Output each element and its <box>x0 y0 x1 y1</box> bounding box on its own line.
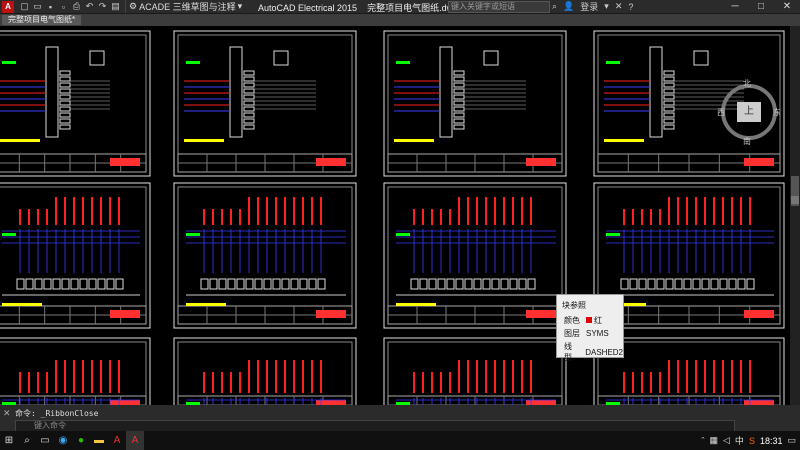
chevron-down-icon: ▾ <box>237 1 243 11</box>
explorer-icon[interactable]: ▬ <box>90 431 108 450</box>
volume-icon[interactable]: ◁ <box>723 435 730 446</box>
help-icon[interactable]: ? <box>628 2 633 12</box>
system-tray: ˆ ▦ ◁ 中 S 18:31 ▭ <box>701 431 800 450</box>
close-button[interactable]: ✕ <box>774 0 800 13</box>
tooltip-value: DASHED2 <box>585 347 623 357</box>
window-title: AutoCAD Electrical 2015 完整项目电气图纸.dwg <box>258 1 458 14</box>
file-name: 完整项目电气图纸.dwg <box>367 3 459 13</box>
windows-taskbar: ⊞ ⌕ ▭ ◉ ● ▬ A A ˆ ▦ ◁ 中 S 18:31 ▭ <box>0 431 800 450</box>
sogou-icon[interactable]: S <box>749 436 755 446</box>
maximize-button[interactable]: □ <box>748 0 774 13</box>
workspace-selector[interactable]: ⚙ ACADE 三维草图与注释 ▾ <box>125 0 245 13</box>
chevron-down-icon[interactable]: ▾ <box>604 1 609 12</box>
chevron-up-icon[interactable]: ˆ <box>701 436 704 446</box>
app-name: AutoCAD Electrical 2015 <box>258 3 358 13</box>
model-space-drawing <box>0 26 800 405</box>
tooltip-value: 红 <box>586 315 602 326</box>
tooltip-row-color: 颜色 红 <box>564 315 602 326</box>
compass-east[interactable]: 东 <box>773 107 781 118</box>
print-icon[interactable]: ⎙ <box>71 1 82 12</box>
compass-north[interactable]: 北 <box>743 78 751 89</box>
search-input[interactable]: 键入关键字或短语 <box>448 1 550 13</box>
minimize-button[interactable]: ─ <box>722 0 748 13</box>
save-icon[interactable]: ▪ <box>45 1 56 12</box>
file-tab-bar: 完整项目电气图纸* <box>0 14 800 26</box>
gear-icon: ⚙ <box>129 1 138 11</box>
color-swatch-icon <box>586 317 592 323</box>
autocad-icon[interactable]: A <box>108 431 126 450</box>
user-icon[interactable]: 👤 <box>563 1 574 12</box>
tooltip-label: 图层 <box>564 329 580 338</box>
exchange-icon[interactable]: ✕ <box>615 1 623 12</box>
workspace-label: ACADE 三维草图与注释 <box>139 2 236 12</box>
help-tools: ⌕ 👤 登录 ▾ ✕ ? <box>552 0 633 13</box>
network-icon[interactable]: ▦ <box>709 435 718 446</box>
new-file-icon[interactable]: ▢ <box>19 1 30 12</box>
undo-icon[interactable]: ↶ <box>84 1 95 12</box>
redo-icon[interactable]: ↷ <box>97 1 108 12</box>
tooltip-value: SYMS <box>586 329 609 338</box>
wechat-icon[interactable]: ● <box>72 431 90 450</box>
autocad-active-icon[interactable]: A <box>126 431 144 450</box>
drawing-canvas[interactable]: 上 北 西 东 南 块参照 颜色 红 图层 SYMS 线型 DASHED2 <box>0 26 800 405</box>
tooltip-row-linetype: 线型 DASHED2 <box>564 341 623 363</box>
task-view-icon[interactable]: ▭ <box>36 431 54 450</box>
clock[interactable]: 18:31 <box>760 436 783 446</box>
plot-icon[interactable]: ▤ <box>110 1 121 12</box>
compass-south[interactable]: 南 <box>743 136 751 147</box>
compass-west[interactable]: 西 <box>717 107 725 118</box>
open-icon[interactable]: ▭ <box>32 1 43 12</box>
application-menu-button[interactable]: A <box>2 0 14 13</box>
tooltip-label: 颜色 <box>564 316 580 325</box>
command-history: 命令: _RibbonClose <box>15 409 99 418</box>
close-icon[interactable]: ✕ <box>3 408 11 419</box>
rollover-tooltip: 块参照 颜色 红 图层 SYMS 线型 DASHED2 <box>556 294 624 362</box>
save-as-icon[interactable]: ▫ <box>58 1 69 12</box>
notification-icon[interactable]: ▭ <box>787 435 796 446</box>
login-link[interactable]: 登录 <box>580 0 598 13</box>
command-line: ✕ 命令: _RibbonClose 键入命令 <box>0 405 800 432</box>
search-icon[interactable]: ⌕ <box>552 1 557 12</box>
viewcube[interactable]: 上 北 西 东 南 <box>717 78 781 160</box>
ime-indicator[interactable]: 中 <box>735 434 744 447</box>
browser-icon[interactable]: ◉ <box>54 431 72 450</box>
windows-start-icon[interactable]: ⊞ <box>0 431 18 450</box>
viewcube-top-face[interactable]: 上 <box>737 102 761 122</box>
window-controls: ─ □ ✕ <box>722 0 800 13</box>
tooltip-row-layer: 图层 SYMS <box>564 328 609 339</box>
quick-access-toolbar: A ▢ ▭ ▪ ▫ ⎙ ↶ ↷ ▤ <box>0 0 121 13</box>
tooltip-label: 线型 <box>564 342 572 362</box>
tooltip-title: 块参照 <box>562 301 586 310</box>
tab-drawing[interactable]: 完整项目电气图纸* <box>2 15 82 25</box>
title-bar: A ▢ ▭ ▪ ▫ ⎙ ↶ ↷ ▤ ⚙ ACADE 三维草图与注释 ▾ Auto… <box>0 0 800 14</box>
search-icon[interactable]: ⌕ <box>18 431 36 450</box>
color-value: 红 <box>594 316 602 325</box>
